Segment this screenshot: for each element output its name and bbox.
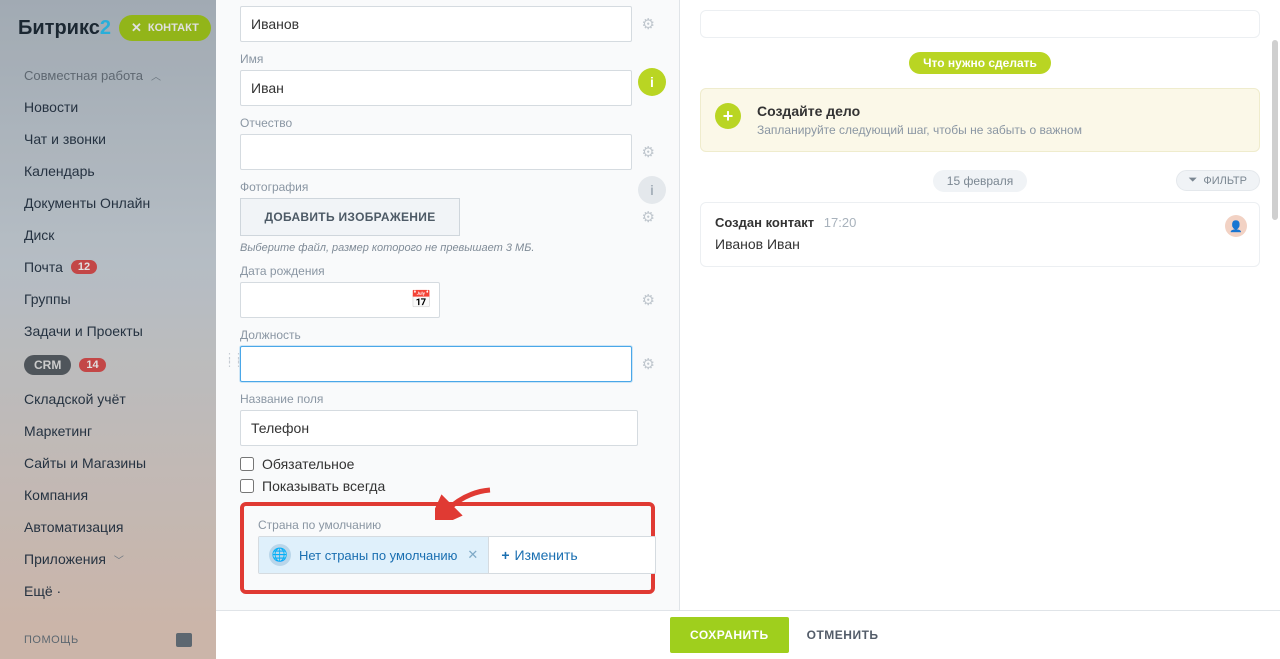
always-show-checkbox[interactable] bbox=[240, 479, 254, 493]
field-photo: Фотография ДОБАВИТЬ ИЗОБРАЖЕНИЕ ⚙ Выбери… bbox=[240, 180, 655, 254]
country-change-button[interactable]: + Изменить bbox=[489, 547, 589, 563]
field-lastname: ⚙ bbox=[240, 6, 655, 42]
patronymic-input[interactable] bbox=[240, 134, 632, 170]
add-todo-icon[interactable]: + bbox=[715, 103, 741, 129]
field-fieldname: Название поля bbox=[240, 392, 655, 446]
position-input[interactable] bbox=[240, 346, 632, 382]
timeline-chip: Что нужно сделать bbox=[909, 52, 1051, 74]
field-dob: Дата рождения 📅 ⚙ bbox=[240, 264, 655, 318]
required-row: Обязательное bbox=[240, 456, 655, 472]
country-label: Страна по умолчанию bbox=[258, 518, 637, 532]
gear-icon[interactable]: ⚙ bbox=[642, 355, 655, 373]
photo-label: Фотография bbox=[240, 180, 655, 194]
event-time: 17:20 bbox=[824, 215, 857, 230]
country-change-label: Изменить bbox=[515, 547, 578, 563]
photo-hint: Выберите файл, размер которого не превыш… bbox=[240, 242, 655, 254]
timeline-top-card bbox=[700, 10, 1260, 38]
country-row: 🌐 Нет страны по умолчанию ✕ + Изменить bbox=[258, 536, 656, 574]
event-title: Создан контакт bbox=[715, 215, 814, 230]
footer-cancel-button[interactable]: ОТМЕНИТЬ bbox=[807, 628, 879, 642]
country-value: Нет страны по умолчанию bbox=[299, 548, 457, 563]
gear-icon[interactable]: ⚙ bbox=[642, 15, 655, 33]
firstname-input[interactable] bbox=[240, 70, 632, 106]
fieldname-label: Название поля bbox=[240, 392, 655, 406]
field-patronymic: Отчество ⚙ bbox=[240, 116, 655, 170]
country-callout: Страна по умолчанию 🌐 Нет страны по умол… bbox=[240, 502, 655, 594]
firstname-label: Имя bbox=[240, 52, 655, 66]
sidebar-dim-overlay bbox=[0, 0, 216, 659]
plus-icon: + bbox=[501, 547, 509, 563]
filter-label: ФИЛЬТР bbox=[1203, 175, 1247, 187]
avatar[interactable]: 👤 bbox=[1225, 215, 1247, 237]
add-image-button[interactable]: ДОБАВИТЬ ИЗОБРАЖЕНИЕ bbox=[240, 198, 460, 236]
funnel-icon: ⏷ bbox=[1189, 174, 1198, 187]
info-icon: i bbox=[638, 68, 666, 96]
always-show-label: Показывать всегда bbox=[262, 478, 385, 494]
required-label: Обязательное bbox=[262, 456, 354, 472]
field-position: ⋮⋮⋮⋮ Должность ⚙ bbox=[240, 328, 655, 382]
dob-label: Дата рождения bbox=[240, 264, 655, 278]
footer-bar: СОХРАНИТЬ ОТМЕНИТЬ bbox=[216, 610, 1280, 659]
fieldname-input[interactable] bbox=[240, 410, 638, 446]
gear-icon[interactable]: ⚙ bbox=[642, 143, 655, 161]
scrollbar[interactable] bbox=[1272, 40, 1278, 220]
country-selected[interactable]: 🌐 Нет страны по умолчанию ✕ bbox=[259, 537, 489, 573]
event-card[interactable]: Создан контакт 17:20 Иванов Иван 👤 bbox=[700, 202, 1260, 267]
todo-card[interactable]: + Создайте дело Запланируйте следующий ш… bbox=[700, 88, 1260, 152]
globe-icon: 🌐 bbox=[269, 544, 291, 566]
required-checkbox[interactable] bbox=[240, 457, 254, 471]
footer-save-button[interactable]: СОХРАНИТЬ bbox=[670, 617, 789, 653]
gear-icon[interactable]: ⚙ bbox=[642, 291, 655, 309]
gear-icon[interactable]: ⚙ bbox=[642, 208, 655, 226]
patronymic-label: Отчество bbox=[240, 116, 655, 130]
field-firstname: Имя ⚙ bbox=[240, 52, 655, 106]
timeline-panel: i Что нужно сделать + Создайте дело Запл… bbox=[680, 0, 1280, 610]
form-scroll[interactable]: ⚙ Имя ⚙ Отчество ⚙ Фотография ДОБАВИТЬ И… bbox=[216, 0, 679, 610]
todo-subtitle: Запланируйте следующий шаг, чтобы не заб… bbox=[757, 123, 1243, 137]
country-clear-icon[interactable]: ✕ bbox=[467, 547, 478, 563]
lastname-input[interactable] bbox=[240, 6, 632, 42]
info-icon: i bbox=[638, 176, 666, 204]
filter-button[interactable]: ⏷ ФИЛЬТР bbox=[1176, 170, 1260, 191]
drag-handle-icon[interactable]: ⋮⋮⋮⋮ bbox=[224, 356, 242, 366]
position-label: Должность bbox=[240, 328, 655, 342]
event-body: Иванов Иван bbox=[715, 236, 1245, 252]
form-panel: ⚙ Имя ⚙ Отчество ⚙ Фотография ДОБАВИТЬ И… bbox=[216, 0, 680, 610]
calendar-icon[interactable]: 📅 bbox=[411, 290, 432, 310]
timeline-date: 15 февраля bbox=[933, 170, 1027, 192]
arrow-icon bbox=[435, 486, 495, 520]
todo-title: Создайте дело bbox=[757, 103, 1243, 119]
